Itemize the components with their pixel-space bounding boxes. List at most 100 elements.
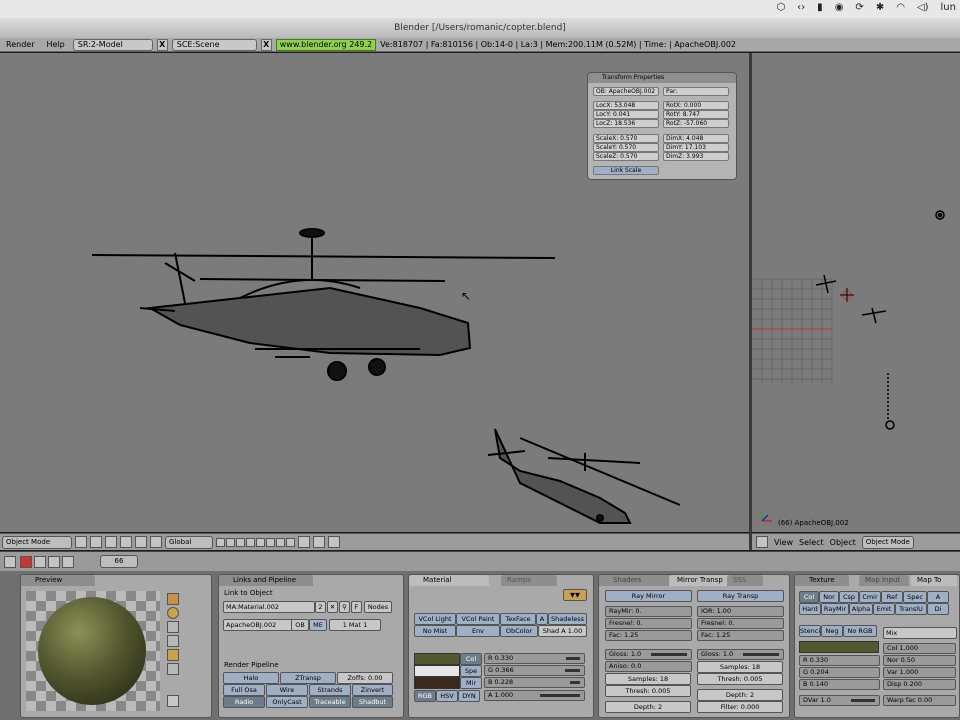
shad-alpha-field[interactable]: Shad A 1.00	[538, 625, 587, 637]
mirror-gloss-slider[interactable]: Gloss: 1.0	[605, 649, 692, 660]
dropbox-icon[interactable]: ⬡	[776, 2, 785, 13]
shadbuf-button[interactable]: Shadbut	[352, 696, 393, 708]
layer-buttons[interactable]	[216, 537, 295, 547]
mode-selector[interactable]: Object Mode	[2, 535, 72, 549]
ob-link-button[interactable]: OB	[291, 619, 309, 631]
texface-alpha-button[interactable]: A	[536, 613, 548, 625]
material-index-button[interactable]: 1 Mat 1	[329, 619, 381, 631]
red-slider[interactable]: R 0.330	[484, 653, 585, 664]
layer-icon[interactable]	[236, 537, 245, 547]
object-name-field[interactable]: ApacheOBJ.002	[223, 619, 293, 631]
no-rgb-button[interactable]: No RGB	[843, 625, 877, 637]
map-spec-button[interactable]: Spec	[903, 591, 927, 603]
layer-icon[interactable]	[276, 537, 285, 547]
layer-icon[interactable]	[216, 537, 225, 547]
menu-view[interactable]: View	[774, 538, 793, 547]
hsv-mode-button[interactable]: HSV	[436, 690, 458, 702]
material-name-field[interactable]: MA:Material.002	[223, 601, 315, 613]
shadeless-button[interactable]: Shadeless	[548, 613, 587, 625]
spe-swatch[interactable]	[414, 665, 460, 677]
manipulator-scale-icon[interactable]	[150, 536, 162, 548]
dim-x-field[interactable]: DimX: 4.048	[663, 134, 729, 143]
map-input-tab[interactable]: Map Input	[859, 575, 909, 586]
texture-tab[interactable]: Texture	[795, 575, 849, 586]
ramps-tab[interactable]: Ramps	[501, 575, 557, 586]
map-emit-button[interactable]: Emit	[873, 603, 895, 615]
scale-z-field[interactable]: ScaleZ: 0.570	[593, 152, 659, 161]
filter-field[interactable]: Filter: 0.000	[697, 701, 783, 713]
transp-depth-field[interactable]: Depth: 2	[697, 689, 783, 701]
map-translu-button[interactable]: TranslU	[895, 603, 927, 615]
object-name-field[interactable]: OB: ApacheOBJ.002	[593, 87, 659, 96]
tex-red-slider[interactable]: R 0.330	[799, 655, 880, 666]
scale-x-field[interactable]: ScaleX: 0.570	[593, 134, 659, 143]
raymir-slider[interactable]: RayMir: 0.	[605, 606, 692, 617]
transform-properties-panel[interactable]: Transform Properties OB: ApacheOBJ.002 P…	[587, 72, 737, 180]
map-disp-button[interactable]: Di	[927, 603, 949, 615]
col-factor-slider[interactable]: Col 1.000	[883, 643, 956, 654]
preview-monkey-icon[interactable]	[167, 635, 179, 647]
orientation-selector[interactable]: Global	[165, 535, 213, 549]
scene-delete-button[interactable]: X	[260, 38, 272, 51]
manipulator-rotate-icon[interactable]	[135, 536, 147, 548]
col-button[interactable]: Col	[460, 653, 482, 665]
preview-tab[interactable]: Preview	[21, 575, 95, 586]
loc-y-field[interactable]: LocY: 0.041	[593, 110, 659, 119]
fake-user-button[interactable]: F	[351, 601, 362, 613]
stencil-button[interactable]: Stencil	[799, 625, 821, 637]
frame-field[interactable]: 66	[100, 555, 138, 568]
me-link-button[interactable]: ME	[309, 619, 327, 631]
var-factor-slider[interactable]: Var 1.000	[883, 667, 956, 678]
menu-render[interactable]: Render	[2, 40, 38, 49]
object-context-icon[interactable]	[34, 556, 46, 568]
texture-color-swatch[interactable]	[799, 641, 879, 653]
3d-viewport-side[interactable]: (66) ApacheOBJ.002	[752, 53, 960, 532]
dvar-slider[interactable]: DVar 1.0	[799, 695, 880, 706]
sync-icon[interactable]: ⟳	[855, 2, 863, 13]
texture-context-icon[interactable]	[62, 556, 74, 568]
mir-button[interactable]: Mir	[460, 677, 482, 689]
link-scale-button[interactable]: Link Scale	[593, 166, 659, 175]
user-name[interactable]: lun	[941, 2, 956, 13]
map-ref-button[interactable]: Ref	[881, 591, 903, 603]
scene-selector[interactable]: SCE:Scene	[171, 38, 257, 51]
scale-y-field[interactable]: ScaleY: 0.570	[593, 143, 659, 152]
nor-factor-slider[interactable]: Nor 0.50	[883, 655, 956, 666]
halo-button[interactable]: Halo	[223, 672, 279, 684]
aniso-slider[interactable]: Aniso: 0.0	[605, 661, 692, 672]
editor-type-icon[interactable]	[756, 536, 768, 548]
map-to-tab[interactable]: Map To	[911, 575, 957, 586]
auto-name-icon[interactable]: ⚲	[339, 601, 350, 613]
strands-button[interactable]: Strands	[309, 684, 351, 696]
layer-icon[interactable]	[286, 537, 295, 547]
bluetooth-icon[interactable]: ✱	[876, 2, 884, 13]
manipulator-hand-icon[interactable]	[105, 536, 117, 548]
map-amb-button[interactable]: A	[927, 591, 949, 603]
map-cmir-button[interactable]: Cmir	[859, 591, 881, 603]
fake-user-icon[interactable]: ✕	[327, 601, 338, 613]
transp-thresh-field[interactable]: Thresh: 0.005	[697, 673, 783, 685]
blend-mode-selector[interactable]: Mix	[883, 627, 957, 639]
dim-y-field[interactable]: DimY: 17.103	[663, 143, 729, 152]
code-icon[interactable]: ‹›	[797, 2, 805, 13]
disp-factor-slider[interactable]: Disp 0.200	[883, 679, 956, 690]
material-context-icon[interactable]	[48, 556, 60, 568]
map-raymir-button[interactable]: RayMir	[821, 603, 849, 615]
env-button[interactable]: Env	[456, 625, 500, 637]
nodes-button[interactable]: Nodes	[364, 601, 392, 613]
ztransp-button[interactable]: ZTransp	[280, 672, 336, 684]
evernote-icon[interactable]: ◉	[835, 2, 844, 13]
material-users-button[interactable]: 2	[315, 601, 326, 613]
layer-icon[interactable]	[256, 537, 265, 547]
pivot-icon[interactable]	[90, 536, 102, 548]
mirror-fac-slider[interactable]: Fac: 1.25	[605, 630, 692, 641]
loc-z-field[interactable]: LocZ: 18.536	[593, 119, 659, 128]
dyn-mode-button[interactable]: DYN	[458, 690, 480, 702]
mirror-samples-field[interactable]: Samples: 18	[605, 673, 691, 685]
links-pipeline-tab[interactable]: Links and Pipeline	[219, 575, 313, 586]
material-tab[interactable]: Material	[409, 575, 489, 586]
battery-icon[interactable]: ▮	[817, 2, 823, 13]
sss-tab[interactable]: SSS	[727, 575, 763, 586]
copy-paste-icon[interactable]: ▼▼	[563, 589, 587, 601]
no-mist-button[interactable]: No Mist	[414, 625, 456, 637]
